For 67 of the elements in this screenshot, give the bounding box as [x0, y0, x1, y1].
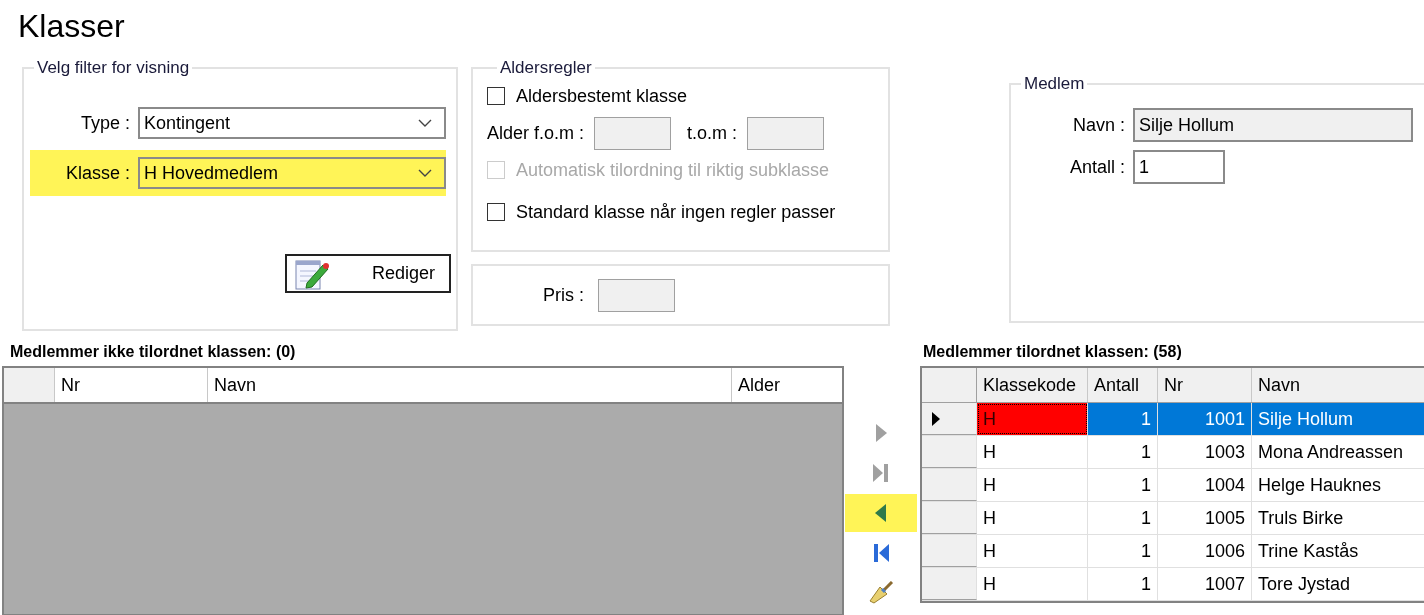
- column-header[interactable]: Nr: [1158, 368, 1252, 402]
- table-cell: Silje Hollum: [1252, 403, 1424, 435]
- table-cell: 1: [1088, 535, 1158, 567]
- checkbox-option[interactable]: Standard klasse når ingen regler passer: [487, 200, 874, 224]
- transfer-button[interactable]: [845, 494, 917, 532]
- table-cell: 1: [1088, 403, 1158, 435]
- chevron-icon: [418, 119, 432, 127]
- table-cell: 1004: [1158, 469, 1252, 501]
- skip-start-icon: [872, 543, 890, 563]
- table-cell: Truls Birke: [1252, 502, 1424, 534]
- table-cell: 1001: [1158, 403, 1252, 435]
- group-title: Medlem: [1023, 74, 1086, 94]
- table-cell: 1: [1088, 568, 1158, 600]
- column-header[interactable]: Klassekode: [977, 368, 1088, 402]
- row-header-cell[interactable]: [922, 568, 977, 600]
- table-cell: H: [977, 568, 1088, 600]
- table-cell: H: [977, 403, 1088, 435]
- table-cell: H: [977, 436, 1088, 468]
- current-row-icon: [932, 411, 940, 426]
- row-header-cell[interactable]: [922, 469, 977, 501]
- field-label: Navn :: [1071, 114, 1126, 136]
- name-field[interactable]: Silje Hollum: [1133, 108, 1413, 142]
- table-cell: Mona Andreassen: [1252, 436, 1424, 468]
- row-header-cell: [4, 368, 55, 402]
- table-cell: 1: [1088, 502, 1158, 534]
- field-label: Antall :: [1068, 156, 1126, 178]
- edit-button[interactable]: Rediger: [285, 254, 451, 293]
- table-cell: 1007: [1158, 568, 1252, 600]
- row-header-cell[interactable]: [922, 403, 977, 435]
- table-cell: Helge Hauknes: [1252, 469, 1424, 501]
- column-header[interactable]: Navn: [1252, 368, 1424, 402]
- price-field[interactable]: [598, 278, 675, 312]
- group-title: Velg filter for visning: [36, 58, 191, 78]
- grid-title: Medlemmer tilordnet klassen: (58): [922, 342, 1183, 362]
- field-label: Type :: [79, 112, 131, 134]
- table-cell: Trine Kastås: [1252, 535, 1424, 567]
- field-label: t.o.m :: [687, 122, 737, 144]
- table-cell: H: [977, 469, 1088, 501]
- column-header[interactable]: Antall: [1088, 368, 1158, 402]
- field-label: Pris :: [543, 284, 584, 306]
- count-field[interactable]: 1: [1133, 150, 1225, 184]
- table-cell: H: [977, 502, 1088, 534]
- grid-title: Medlemmer ikke tilordnet klassen: (0): [9, 342, 297, 362]
- page-title: Klasser: [17, 7, 126, 46]
- age-from-field[interactable]: [594, 116, 671, 150]
- checkbox-option[interactable]: Aldersbestemt klasse: [487, 84, 874, 108]
- chevron-icon: [418, 169, 432, 177]
- table-cell: 1: [1088, 436, 1158, 468]
- table-cell: H: [977, 535, 1088, 567]
- row-header-cell[interactable]: [922, 436, 977, 468]
- field-label: Alder f.o.m :: [487, 122, 586, 144]
- table-cell: 1005: [1158, 502, 1252, 534]
- table-cell: 1003: [1158, 436, 1252, 468]
- group-title: Aldersregler: [499, 58, 593, 78]
- table-cell: Tore Jystad: [1252, 568, 1424, 600]
- arrow-right-icon: [874, 423, 888, 443]
- arrow-left-icon: [874, 503, 888, 523]
- field-label: Klasse :: [64, 162, 131, 184]
- row-header-cell[interactable]: [922, 535, 977, 567]
- broom-icon: [868, 581, 894, 605]
- row-header-cell[interactable]: [922, 502, 977, 534]
- table-cell: 1: [1088, 469, 1158, 501]
- table-cell: 1006: [1158, 535, 1252, 567]
- class-dropdown[interactable]: H Hovedmedlem: [138, 157, 446, 189]
- type-dropdown[interactable]: Kontingent: [138, 107, 446, 139]
- age-to-field[interactable]: [747, 116, 824, 150]
- skip-end-icon: [872, 463, 890, 483]
